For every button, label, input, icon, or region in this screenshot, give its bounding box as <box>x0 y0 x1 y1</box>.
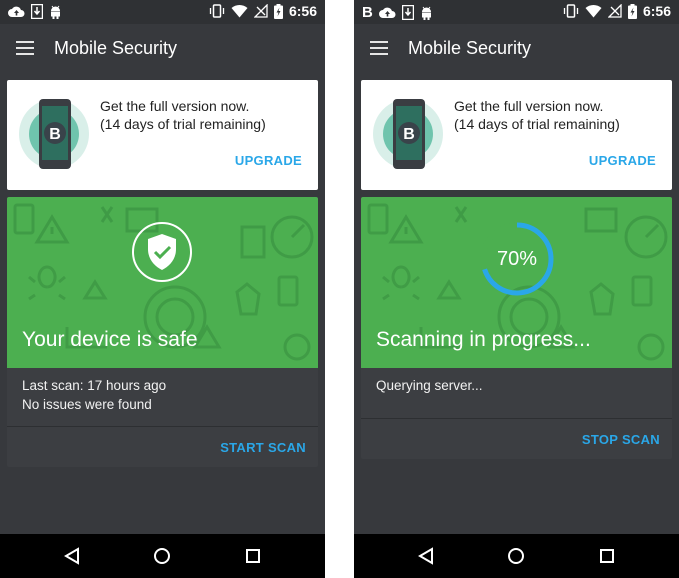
menu-icon[interactable] <box>16 41 34 55</box>
battery-charging-icon <box>627 3 637 19</box>
promo-line-1: Get the full version now. <box>100 98 250 114</box>
app-title: Mobile Security <box>54 38 178 58</box>
android-icon <box>51 5 60 19</box>
issues-text: No issues were found <box>22 397 152 412</box>
logo-letter: B <box>49 126 61 143</box>
scan-details: Querying server... <box>361 368 672 418</box>
status-time: 6:56 <box>288 3 317 19</box>
cloud-upload-icon <box>378 7 396 18</box>
promo-line-2: (14 days of trial remaining) <box>100 116 266 132</box>
android-icon <box>421 6 431 20</box>
promo-card: B Get the full version now. (14 days of … <box>361 80 672 190</box>
app-title: Mobile Security <box>408 38 532 58</box>
battery-charging-icon <box>273 3 283 19</box>
promo-line-2: (14 days of trial remaining) <box>454 116 620 132</box>
vibrate-icon <box>563 4 579 18</box>
logo-letter: B <box>403 126 415 143</box>
status-headline: Scanning in progress... <box>376 328 591 351</box>
phone-logo-icon: B <box>373 99 443 169</box>
phone-screen-right: B 6:56 Mobile Security B Get the full ve… <box>354 0 679 578</box>
shield-check-icon <box>132 222 192 282</box>
download-icon <box>401 5 414 20</box>
status-banner: Your device is safe <box>7 197 318 368</box>
phone-logo-icon: B <box>19 99 89 169</box>
status-headline: Your device is safe <box>22 328 198 351</box>
home-icon[interactable] <box>507 547 525 565</box>
start-scan-button[interactable]: START SCAN <box>220 440 306 455</box>
app-bar: Mobile Security <box>354 24 679 74</box>
status-card: 70% Scanning in progress... Querying ser… <box>361 197 672 459</box>
status-card: Your device is safe Last scan: 17 hours … <box>7 197 318 467</box>
navigation-bar <box>0 534 325 578</box>
status-bar: B 6:56 <box>354 0 679 24</box>
app-bar: Mobile Security <box>0 24 325 74</box>
recents-icon[interactable] <box>246 549 260 563</box>
status-bar: 6:56 <box>0 0 325 24</box>
cloud-upload-icon <box>8 6 25 17</box>
wifi-icon <box>585 4 602 18</box>
no-signal-icon <box>253 4 268 18</box>
back-icon[interactable] <box>418 547 434 565</box>
progress-percent: 70% <box>496 248 538 270</box>
b-notification-icon: B <box>362 4 373 21</box>
download-icon <box>31 4 43 19</box>
upgrade-button[interactable]: UPGRADE <box>235 153 302 168</box>
stop-scan-button[interactable]: STOP SCAN <box>582 432 660 447</box>
wifi-icon <box>231 4 248 18</box>
menu-icon[interactable] <box>370 41 388 55</box>
phone-screen-left: 6:56 Mobile Security B Get the full vers… <box>0 0 325 578</box>
status-time: 6:56 <box>642 3 671 19</box>
scan-details: Last scan: 17 hours ago No issues were f… <box>7 368 318 426</box>
home-icon[interactable] <box>153 547 171 565</box>
vibrate-icon <box>209 4 225 18</box>
recents-icon[interactable] <box>600 549 614 563</box>
navigation-bar <box>354 534 679 578</box>
promo-card: B Get the full version now. (14 days of … <box>7 80 318 190</box>
back-icon[interactable] <box>64 547 80 565</box>
querying-text: Querying server... <box>376 378 483 393</box>
status-banner: 70% Scanning in progress... <box>361 197 672 368</box>
no-signal-icon <box>607 4 622 18</box>
last-scan-text: Last scan: 17 hours ago <box>22 378 167 393</box>
promo-line-1: Get the full version now. <box>454 98 604 114</box>
upgrade-button[interactable]: UPGRADE <box>589 153 656 168</box>
